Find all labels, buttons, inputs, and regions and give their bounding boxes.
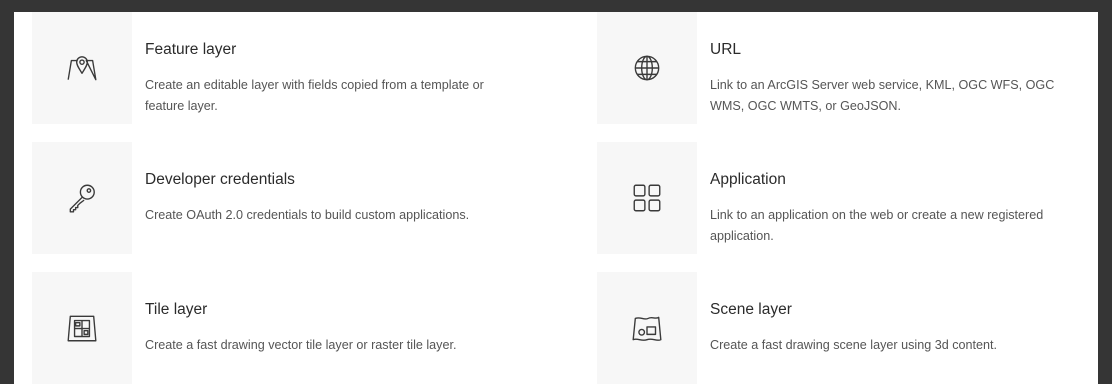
option-title: Scene layer	[710, 301, 792, 318]
globe-icon	[634, 55, 660, 81]
option-description: Create an editable layer with fields cop…	[145, 78, 484, 113]
option-title: URL	[710, 41, 742, 58]
option-developer-credentials[interactable]: Developer credentials Create OAuth 2.0 c…	[14, 142, 534, 254]
tile-map-icon	[67, 315, 97, 342]
new-item-options-grid: Feature layer Create an editable layer w…	[14, 12, 1098, 384]
option-icon-tile	[32, 272, 132, 384]
option-scene-layer[interactable]: Scene layer Create a fast drawing scene …	[579, 272, 1099, 384]
option-title: Feature layer	[145, 41, 237, 58]
option-icon-tile	[597, 12, 697, 124]
option-icon-tile	[32, 142, 132, 254]
option-icon-tile	[597, 142, 697, 254]
grid-apps-icon	[633, 184, 661, 212]
option-feature-layer[interactable]: Feature layer Create an editable layer w…	[14, 12, 534, 124]
option-icon-tile	[597, 272, 697, 384]
option-title: Tile layer	[145, 301, 208, 318]
option-description: Create a fast drawing vector tile layer …	[145, 338, 457, 352]
map-pin-icon	[67, 56, 97, 81]
option-icon-tile	[32, 12, 132, 124]
option-title: Developer credentials	[145, 171, 295, 188]
scene-map-icon	[632, 316, 662, 341]
option-title: Application	[710, 171, 786, 188]
option-tile-layer[interactable]: Tile layer Create a fast drawing vector …	[14, 272, 534, 384]
new-item-panel: Feature layer Create an editable layer w…	[14, 12, 1098, 384]
key-icon	[69, 184, 95, 213]
option-description: Link to an application on the web or cre…	[710, 208, 1044, 243]
option-description: Link to an ArcGIS Server web service, KM…	[710, 78, 1055, 113]
option-application[interactable]: Application Link to an application on th…	[579, 142, 1099, 254]
option-description: Create a fast drawing scene layer using …	[710, 338, 998, 352]
option-description: Create OAuth 2.0 credentials to build cu…	[145, 208, 470, 222]
option-url[interactable]: URL Link to an ArcGIS Server web service…	[579, 12, 1099, 124]
